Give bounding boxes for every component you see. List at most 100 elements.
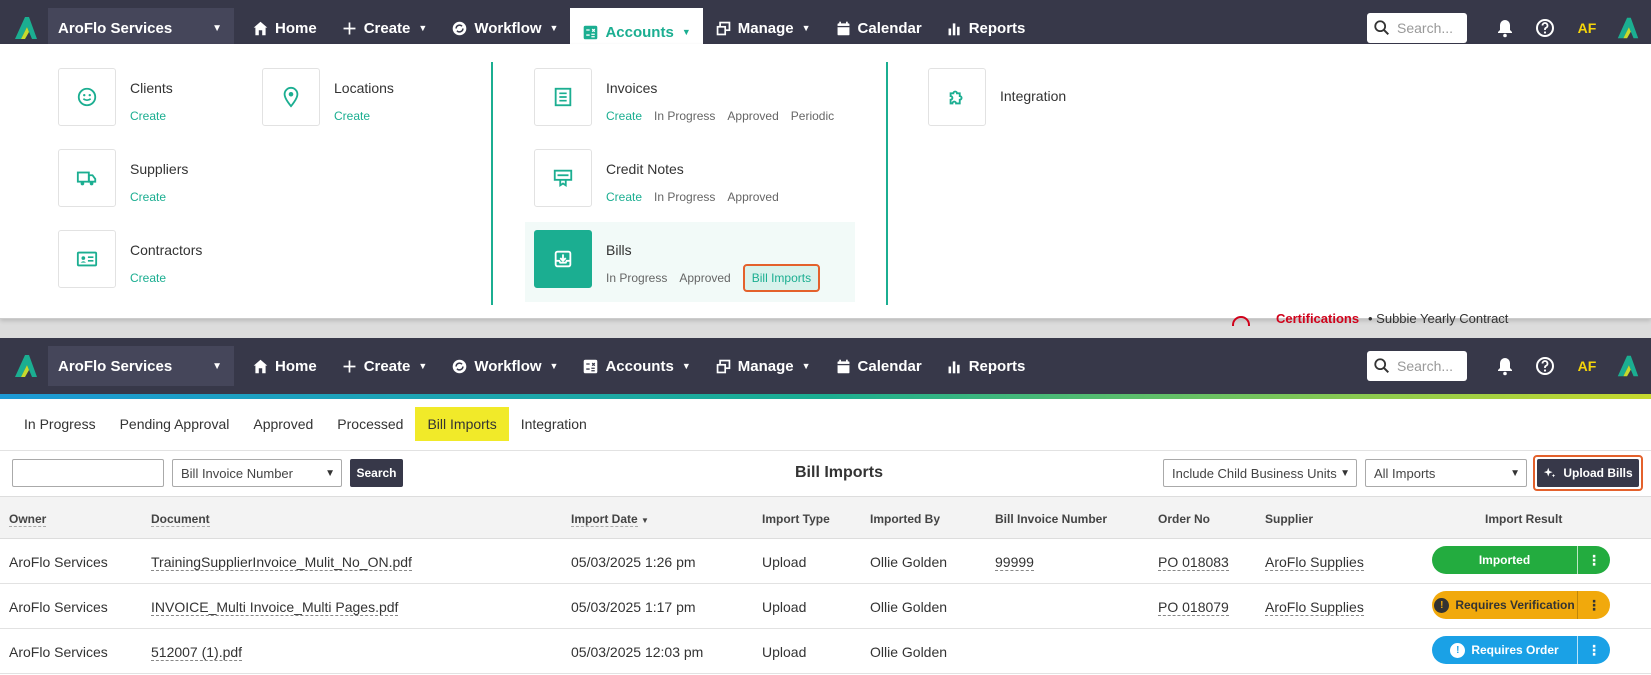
nav-accounts[interactable]: Accounts ▼ — [570, 338, 702, 394]
menu-credit-notes: Credit Notes Create In Progress Approved — [534, 149, 779, 207]
upload-bills-button[interactable]: Upload Bills — [1537, 459, 1639, 487]
global-search-input[interactable]: Search... — [1367, 13, 1467, 43]
clients-create-link[interactable]: Create — [130, 109, 166, 123]
cell-order-link[interactable]: PO 018079 — [1158, 599, 1229, 616]
credit-notes-icon-tile[interactable] — [534, 149, 592, 207]
tab-bill-imports[interactable]: Bill Imports — [415, 407, 509, 441]
menu-item-title[interactable]: Bills — [606, 242, 820, 258]
puzzle-icon — [949, 90, 963, 105]
table-row: AroFlo Services INVOICE_Multi Invoice_Mu… — [0, 584, 1651, 629]
status-badge-requires-verification[interactable]: ! Requires Verification ⋮ — [1432, 591, 1610, 619]
locations-icon-tile[interactable] — [262, 68, 320, 126]
search-field-select[interactable]: Bill Invoice Number ▼ — [172, 459, 342, 487]
menu-item-title[interactable]: Suppliers — [130, 161, 188, 177]
contractors-create-link[interactable]: Create — [130, 271, 166, 285]
invoices-in-progress-link[interactable]: In Progress — [654, 109, 715, 123]
aroflo-logo-icon[interactable] — [12, 14, 40, 42]
help-button[interactable] — [1525, 356, 1565, 376]
tab-approved[interactable]: Approved — [241, 406, 325, 442]
more-vertical-icon[interactable]: ⋮ — [1577, 591, 1610, 619]
nav-workflow[interactable]: Workflow ▼ — [439, 338, 570, 394]
col-import-result: Import Result — [1485, 512, 1563, 526]
invoices-create-link[interactable]: Create — [606, 109, 642, 123]
user-avatar[interactable]: AF — [1565, 358, 1609, 374]
status-badge-imported[interactable]: Imported ⋮ — [1432, 546, 1610, 574]
nav-home[interactable]: Home — [240, 338, 329, 394]
table-row: AroFlo Services 512007 (1).pdf 05/03/202… — [0, 629, 1651, 674]
help-button[interactable] — [1525, 18, 1565, 38]
cell-document-link[interactable]: 512007 (1).pdf — [151, 644, 243, 661]
aroflo-logo-icon[interactable] — [12, 352, 40, 380]
status-badge-requires-order[interactable]: ! Requires Order ⋮ — [1432, 636, 1610, 664]
bills-bill-imports-link[interactable]: Bill Imports — [742, 264, 821, 292]
business-unit-select[interactable]: AroFlo Services ▼ — [48, 346, 234, 386]
invoices-periodic-link[interactable]: Periodic — [791, 109, 834, 123]
tab-pending-approval[interactable]: Pending Approval — [108, 406, 242, 442]
user-avatar[interactable]: AF — [1565, 20, 1609, 36]
cell-bill-invoice-link[interactable]: 99999 — [995, 554, 1034, 571]
business-unit-filter-select[interactable]: Include Child Business Units ▼ — [1163, 459, 1357, 487]
menu-item-title[interactable]: Clients — [130, 80, 173, 96]
import-filter-select[interactable]: All Imports ▼ — [1365, 459, 1527, 487]
nav-calendar[interactable]: Calendar — [823, 338, 934, 394]
integration-icon-tile[interactable] — [928, 68, 986, 126]
suppliers-icon-tile[interactable] — [58, 149, 116, 207]
menu-item-title[interactable]: Invoices — [606, 80, 834, 96]
menu-item-title[interactable]: Contractors — [130, 242, 202, 258]
search-icon — [1374, 358, 1390, 374]
col-owner[interactable]: Owner — [9, 512, 47, 527]
invoices-approved-link[interactable]: Approved — [727, 109, 778, 123]
business-unit-label: AroFlo Services — [58, 19, 173, 37]
chevron-down-icon: ▼ — [549, 361, 559, 371]
chevron-down-icon: ▼ — [681, 27, 691, 37]
menu-item-title[interactable]: Locations — [334, 80, 394, 96]
col-document[interactable]: Document — [151, 512, 210, 527]
cell-supplier-link[interactable]: AroFlo Supplies — [1265, 554, 1364, 571]
nav-manage[interactable]: Manage ▼ — [703, 338, 823, 394]
menu-contractors: Contractors Create — [58, 230, 202, 288]
locations-create-link[interactable]: Create — [334, 109, 370, 123]
col-import-date[interactable]: Import Date ▼ — [571, 512, 649, 527]
contractors-icon-tile[interactable] — [58, 230, 116, 288]
cell-imported-by: Ollie Golden — [870, 554, 948, 570]
more-vertical-icon[interactable]: ⋮ — [1577, 636, 1610, 664]
credit-notes-approved-link[interactable]: Approved — [727, 190, 778, 204]
search-button[interactable]: Search — [350, 459, 403, 487]
menu-item-title[interactable]: Credit Notes — [606, 161, 779, 177]
credit-note-icon — [553, 169, 573, 188]
tab-processed[interactable]: Processed — [325, 406, 415, 442]
bills-approved-link[interactable]: Approved — [679, 271, 730, 292]
credit-notes-create-link[interactable]: Create — [606, 190, 642, 204]
bills-subtabs: In Progress Pending Approval Approved Pr… — [0, 399, 599, 449]
bills-icon-tile[interactable] — [534, 230, 592, 288]
suppliers-create-link[interactable]: Create — [130, 190, 166, 204]
tab-integration[interactable]: Integration — [509, 406, 599, 442]
nav-right: Search... AF — [1367, 13, 1651, 43]
nav-create[interactable]: Create ▼ — [329, 338, 440, 394]
invoice-icon — [554, 87, 572, 107]
id-card-icon — [76, 251, 98, 267]
credit-notes-in-progress-link[interactable]: In Progress — [654, 190, 715, 204]
tab-in-progress[interactable]: In Progress — [12, 406, 108, 442]
notifications-button[interactable] — [1485, 356, 1525, 376]
cell-document-link[interactable]: TrainingSupplierInvoice_Mulit_No_ON.pdf — [151, 554, 412, 571]
invoices-icon-tile[interactable] — [534, 68, 592, 126]
notifications-button[interactable] — [1485, 18, 1525, 38]
reports-icon — [948, 22, 960, 35]
nav-reports[interactable]: Reports — [934, 338, 1038, 394]
nav-label: Reports — [968, 357, 1026, 375]
cell-document-link[interactable]: INVOICE_Multi Invoice_Multi Pages.pdf — [151, 599, 399, 616]
menu-item-title[interactable]: Integration — [1000, 88, 1066, 104]
bills-in-progress-link[interactable]: In Progress — [606, 271, 667, 292]
status-label: Requires Verification — [1455, 598, 1575, 612]
cell-order-link[interactable]: PO 018083 — [1158, 554, 1229, 571]
search-text-input[interactable] — [12, 459, 164, 487]
chevron-down-icon: ▼ — [212, 360, 222, 372]
business-unit-select[interactable]: AroFlo Services ▼ — [48, 8, 234, 48]
plus-icon — [343, 22, 356, 34]
more-vertical-icon[interactable]: ⋮ — [1577, 546, 1610, 574]
clients-icon-tile[interactable] — [58, 68, 116, 126]
global-search-input[interactable]: Search... — [1367, 351, 1467, 381]
cell-supplier-link[interactable]: AroFlo Supplies — [1265, 599, 1364, 616]
main-nav: Home Create ▼ Workflow ▼ Accounts ▼ Mana… — [240, 338, 1037, 394]
